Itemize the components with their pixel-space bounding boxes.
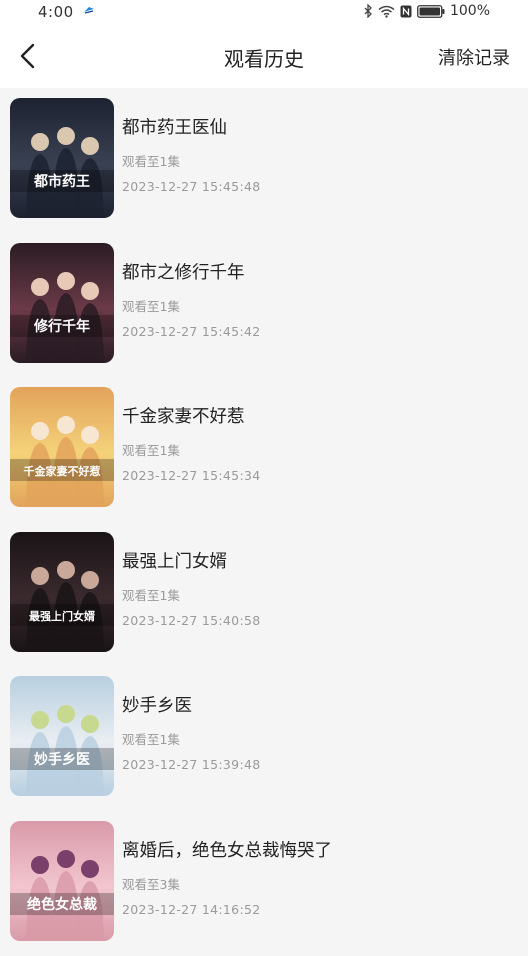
back-button[interactable] — [8, 36, 48, 76]
history-list: 都市药王 都市药王医仙观看至1集 2023-12-27 15:45:48 修行千年 都市… — [0, 88, 528, 956]
history-item-info: 都市药王医仙观看至1集 2023-12-27 15:45:48 — [122, 114, 260, 194]
watched-episode: 观看至1集 — [122, 443, 180, 458]
drama-title: 都市之修行千年 — [122, 262, 245, 283]
history-item-info: 千金家妻不好惹观看至1集 2023-12-27 15:45:34 — [122, 403, 260, 483]
poster-title-text: 绝色女总裁 — [27, 896, 97, 913]
history-item[interactable]: 都市药王 都市药王医仙观看至1集 2023-12-27 15:45:48 — [0, 88, 528, 218]
poster-title-text: 最强上门女婿 — [29, 609, 96, 623]
watched-episode: 观看至1集 — [122, 154, 180, 169]
history-item-info: 离婚后，绝色女总裁悔哭了观看至3集 2023-12-27 14:16:52 — [122, 837, 332, 917]
history-item[interactable]: 千金家妻不好惹 千金家妻不好惹 观看至1集 2023-12-27 15:45:34 — [0, 377, 528, 507]
history-item[interactable]: 最强上门女婿 最强上门女婿 观看至1集 2023-12-27 15:40:58 — [0, 522, 528, 652]
history-item-info: 妙手乡医观看至1集 2023-12-27 15:39:48 — [122, 692, 260, 772]
watched-episode: 观看至1集 — [122, 298, 180, 314]
history-item[interactable]: 修行千年 都市之修行千年观看至1集 2023-12-27 15:45:42 — [0, 233, 528, 363]
clear-history-button[interactable]: 清除记录 — [438, 44, 510, 70]
drama-poster[interactable]: 修行千年 — [10, 242, 114, 363]
drama-title: 都市药王医仙 — [122, 118, 227, 138]
status-icons: 100% — [363, 3, 490, 19]
poster-image: 千金家妻不好惹 — [10, 387, 114, 507]
wifi-icon — [378, 5, 395, 18]
watch-timestamp: 2023-12-27 15:45:34 — [122, 468, 261, 483]
watched-episode: 观看至3集 — [122, 876, 180, 892]
poster-title-text: 千金家妻不好惹 — [24, 464, 101, 478]
history-item[interactable]: 绝色女总裁 离婚后，绝色女总裁悔哭了观看至3集 2023-12-27 14:16:5… — [0, 811, 528, 941]
watched-episode: 观看至1集 — [122, 732, 180, 747]
status-time: 4:00 — [38, 3, 74, 21]
watch-timestamp: 2023-12-27 15:40:58 — [122, 612, 261, 628]
app-notification-icon — [84, 7, 94, 14]
status-bar: 4:00 100% — [0, 0, 528, 26]
drama-poster[interactable]: 妙手乡医 — [10, 676, 114, 796]
poster-title-text: 都市药王 — [33, 173, 90, 190]
drama-title: 千金家妻不好惹 — [122, 407, 245, 427]
poster-title-text: 修行千年 — [33, 318, 90, 335]
header: 观看历史 清除记录 — [0, 26, 528, 88]
poster-image: 绝色女总裁 — [10, 820, 114, 941]
poster-image: 都市药王 — [10, 98, 114, 218]
history-item-info: 最强上门女婿观看至1集 2023-12-27 15:40:58 — [122, 548, 260, 628]
chevron-left-icon — [20, 43, 35, 69]
battery-percent: 100% — [449, 3, 490, 19]
poster-title-text: 妙手乡医 — [34, 751, 90, 768]
drama-poster[interactable]: 都市药王 — [10, 98, 114, 218]
drama-title: 离婚后，绝色女总裁悔哭了 — [122, 840, 332, 861]
bluetooth-icon — [364, 4, 372, 18]
drama-poster[interactable]: 千金家妻不好惹 — [10, 387, 114, 507]
drama-title: 妙手乡医 — [122, 696, 192, 716]
history-item-info: 都市之修行千年观看至1集 2023-12-27 15:45:42 — [122, 259, 260, 339]
watched-episode: 观看至1集 — [122, 587, 180, 603]
poster-image: 修行千年 — [10, 242, 114, 363]
poster-image: 最强上门女婿 — [10, 531, 114, 652]
poster-image: 妙手乡医 — [10, 676, 114, 796]
watch-timestamp: 2023-12-27 15:45:42 — [122, 323, 261, 339]
drama-poster[interactable]: 绝色女总裁 — [10, 820, 114, 941]
history-item[interactable]: 妙手乡医 妙手乡医 观看至1集 2023-12-27 15:39:48 — [0, 666, 528, 796]
nfc-icon — [400, 5, 412, 17]
drama-title: 最强上门女婿 — [122, 551, 227, 572]
watch-timestamp: 2023-12-27 15:45:48 — [122, 179, 261, 194]
battery-icon — [417, 4, 445, 18]
watch-timestamp: 2023-12-27 15:39:48 — [122, 757, 261, 772]
watch-timestamp: 2023-12-27 14:16:52 — [122, 901, 261, 917]
drama-poster[interactable]: 最强上门女婿 — [10, 531, 114, 652]
